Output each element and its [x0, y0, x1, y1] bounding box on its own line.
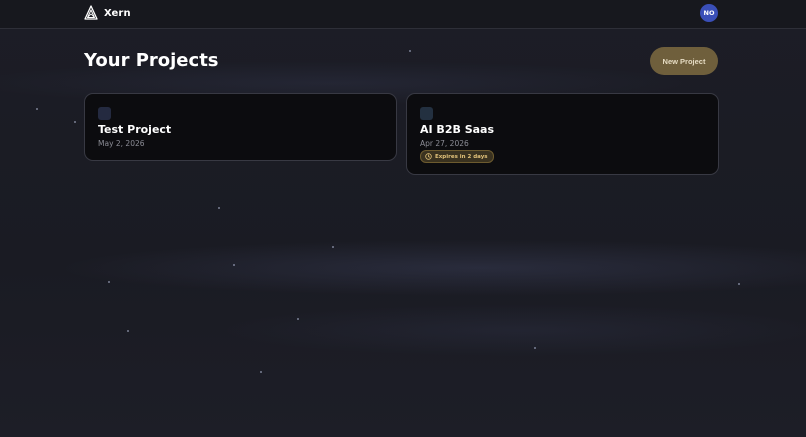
page-title: Your Projects [84, 50, 219, 71]
triangle-logo-icon [84, 5, 98, 21]
background-star [108, 281, 110, 283]
top-navbar: Xern NO [0, 0, 806, 29]
background-star [534, 347, 536, 349]
background-star [36, 108, 38, 110]
clock-icon [425, 153, 432, 160]
background-star [218, 207, 220, 209]
expiry-text: Expires in 2 days [435, 153, 488, 160]
project-card[interactable]: Test Project May 2, 2026 [84, 93, 397, 161]
user-avatar[interactable]: NO [700, 4, 718, 22]
project-date: Apr 27, 2026 [420, 139, 469, 148]
brand[interactable]: Xern [84, 5, 131, 21]
background-star [74, 121, 76, 123]
project-card[interactable]: AI B2B Saas Apr 27, 2026 Expires in 2 da… [406, 93, 719, 175]
expiry-badge: Expires in 2 days [420, 150, 494, 163]
project-title: Test Project [98, 123, 172, 136]
background-star [260, 371, 262, 373]
background-star [409, 50, 411, 52]
project-date: May 2, 2026 [98, 139, 145, 148]
background-star [297, 318, 299, 320]
background-star [127, 330, 129, 332]
app-name: Xern [104, 7, 131, 19]
project-title: AI B2B Saas [420, 123, 495, 136]
project-icon [420, 107, 433, 120]
background-star [233, 264, 235, 266]
background-star [332, 246, 334, 248]
background-star [738, 283, 740, 285]
new-project-button[interactable]: New Project [650, 47, 718, 75]
project-icon [98, 107, 111, 120]
